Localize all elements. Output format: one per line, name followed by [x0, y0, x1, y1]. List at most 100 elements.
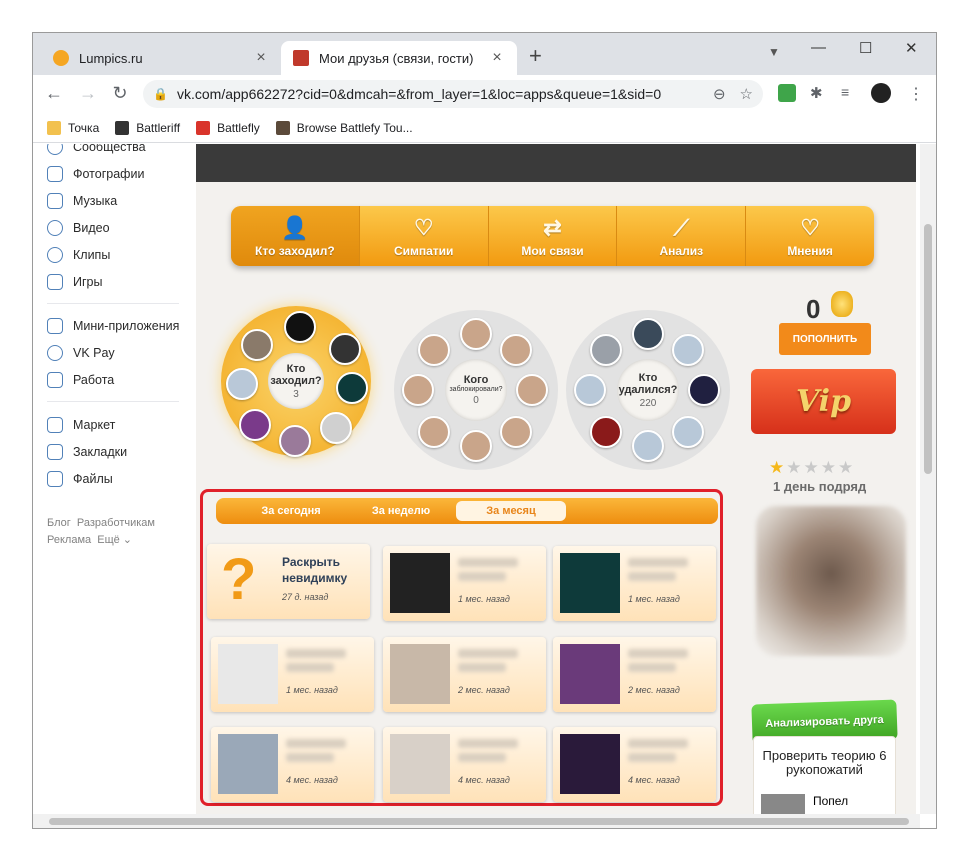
minimize-button[interactable]: —: [811, 39, 826, 56]
link-icon: ⇄: [543, 215, 562, 240]
menu-analysis[interactable]: ⟋ Анализ: [617, 206, 747, 266]
menu-label: Мнения: [787, 244, 833, 258]
menu-who-visited[interactable]: 👤 Кто заходил?: [231, 206, 360, 266]
url-text[interactable]: vk.com/app662272?cid=0&dmcah=&from_layer…: [177, 86, 699, 102]
visitor-avatar: [284, 311, 316, 343]
footer-link-more[interactable]: Ещё ⌄: [97, 534, 132, 546]
visitor-card[interactable]: 4 мес. назад: [553, 727, 716, 802]
footer-link-ads[interactable]: Реклама: [47, 534, 91, 546]
sidebar-item-clips[interactable]: Клипы: [47, 247, 110, 263]
visitor-card[interactable]: 4 мес. назад: [211, 727, 374, 802]
browser-toolbar: ← → ↻ 🔒 vk.com/app662272?cid=0&dmcah=&fr…: [33, 75, 936, 113]
checkmark-extension-icon[interactable]: [778, 84, 796, 102]
browser-menu-icon[interactable]: ⋮: [908, 84, 926, 103]
menu-label: Анализ: [659, 244, 704, 258]
sidebar-item-photos[interactable]: Фотографии: [47, 166, 144, 182]
topup-button[interactable]: ПОПОЛНИТЬ: [779, 323, 871, 355]
scrollbar-thumb[interactable]: [924, 224, 932, 474]
who-visited-circle[interactable]: Кто заходил? 3: [221, 306, 371, 457]
theory-name: Попел: [813, 794, 849, 808]
visitor-surname-blurred: [286, 753, 334, 762]
reveal-title: Раскрыть невидимку: [282, 555, 348, 585]
tab-month[interactable]: За месяц: [456, 501, 566, 521]
visitor-surname-blurred: [286, 663, 334, 672]
visitor-card[interactable]: 2 мес. назад: [383, 637, 546, 712]
tab-close-icon[interactable]: ×: [489, 49, 505, 67]
scrollbar-thumb[interactable]: [49, 818, 909, 825]
bookmark-battleriff[interactable]: Battleriff: [115, 120, 181, 135]
menu-label: Симпатии: [393, 244, 454, 258]
menu-connections[interactable]: ⇄ Мои связи: [489, 206, 618, 266]
visitor-card[interactable]: 1 мес. назад: [383, 546, 546, 621]
briefcase-icon: [47, 372, 63, 388]
question-mark-icon: ?: [221, 547, 257, 612]
tab-close-icon[interactable]: ×: [253, 49, 269, 67]
visitor-avatar: [329, 333, 361, 365]
vk-dog-avatar-icon: [672, 416, 704, 448]
footer-link-dev[interactable]: Разработчикам: [77, 517, 155, 529]
sidebar-item-music[interactable]: Музыка: [47, 193, 117, 209]
vertical-scrollbar[interactable]: [920, 144, 936, 814]
visitor-card[interactable]: 1 мес. назад: [211, 637, 374, 712]
horizontal-scrollbar[interactable]: [33, 814, 920, 828]
bookmark-star-icon[interactable]: ☆: [740, 85, 753, 103]
menu-opinions[interactable]: ♡ Мнения: [746, 206, 874, 266]
visitor-name-blurred: [628, 558, 688, 567]
tab-friends-app[interactable]: Мои друзья (связи, гости) ×: [281, 41, 517, 75]
sidebar-item-bookmarks[interactable]: Закладки: [47, 444, 127, 460]
sidebar-item-label: Музыка: [73, 194, 118, 208]
removed-avatar: [688, 374, 720, 406]
sidebar-item-miniapps[interactable]: Мини-приложения: [47, 318, 179, 334]
address-bar[interactable]: 🔒 vk.com/app662272?cid=0&dmcah=&from_lay…: [143, 80, 763, 108]
bookmark-battlefy[interactable]: Browse Battlefy Tou...: [275, 120, 413, 135]
sidebar-item-games[interactable]: Игры: [47, 274, 102, 290]
bookmark-tochka[interactable]: Точка: [47, 120, 99, 135]
tab-week[interactable]: За неделю: [346, 501, 456, 521]
reload-button[interactable]: ↻: [109, 83, 131, 104]
extensions-puzzle-icon[interactable]: ✱: [810, 84, 828, 102]
sidebar-item-files[interactable]: Файлы: [47, 471, 113, 487]
app-favicon-icon: [293, 50, 309, 66]
blocker-avatar: [500, 416, 532, 448]
visitor-card[interactable]: 1 мес. назад: [553, 546, 716, 621]
tab-lumpics[interactable]: Lumpics.ru ×: [41, 41, 281, 75]
blocker-avatar: [516, 374, 548, 406]
new-tab-button[interactable]: +: [529, 45, 542, 67]
removed-circle[interactable]: Кто удалился? 220: [566, 310, 730, 470]
reveal-invisible-card[interactable]: ? Раскрыть невидимку 27 д. назад: [207, 544, 370, 619]
sidebar-item-work[interactable]: Работа: [47, 372, 114, 388]
user-icon: 👤: [281, 215, 309, 240]
blocked-circle[interactable]: Кого заблокировали? 0: [394, 310, 558, 470]
star-icon: [47, 444, 63, 460]
visitor-card[interactable]: 4 мес. назад: [383, 727, 546, 802]
visitor-name-blurred: [286, 739, 346, 748]
maximize-button[interactable]: ☐: [859, 39, 872, 57]
bookmark-label: Battleriff: [136, 120, 181, 135]
tab-today[interactable]: За сегодня: [236, 501, 346, 521]
music-icon: [47, 193, 63, 209]
back-button[interactable]: ←: [43, 83, 65, 104]
vip-banner[interactable]: Vip: [751, 369, 896, 434]
bookmark-battlefly[interactable]: Battlefly: [196, 120, 260, 135]
sidebar-item-market[interactable]: Маркет: [47, 417, 115, 433]
menu-sympathies[interactable]: ♡ Симпатии: [360, 206, 489, 266]
blocker-avatar: [460, 318, 492, 350]
file-icon: [47, 471, 63, 487]
profile-avatar[interactable]: [871, 83, 891, 103]
visitor-surname-blurred: [458, 572, 506, 581]
theory-text: Проверить теорию 6 рукопожатий: [762, 748, 887, 777]
friend-photo-blurred[interactable]: [756, 506, 906, 656]
forward-button[interactable]: →: [77, 83, 99, 104]
sidebar-item-communities[interactable]: Сообщества: [47, 144, 146, 155]
footer-link-blog[interactable]: Блог: [47, 517, 71, 529]
media-control-icon[interactable]: ≡: [841, 84, 859, 102]
sidebar-item-vkpay[interactable]: VK Pay: [47, 345, 115, 361]
tab-search-icon[interactable]: ▼: [768, 45, 780, 59]
sidebar-item-label: Клипы: [73, 248, 111, 262]
close-window-button[interactable]: ✕: [905, 39, 918, 57]
visitor-card[interactable]: 2 мес. назад: [553, 637, 716, 712]
sidebar-item-label: Сообщества: [73, 144, 146, 154]
zoom-icon[interactable]: ⊖: [713, 85, 726, 103]
visit-time: 27 д. назад: [282, 592, 329, 602]
sidebar-item-video[interactable]: Видео: [47, 220, 110, 236]
